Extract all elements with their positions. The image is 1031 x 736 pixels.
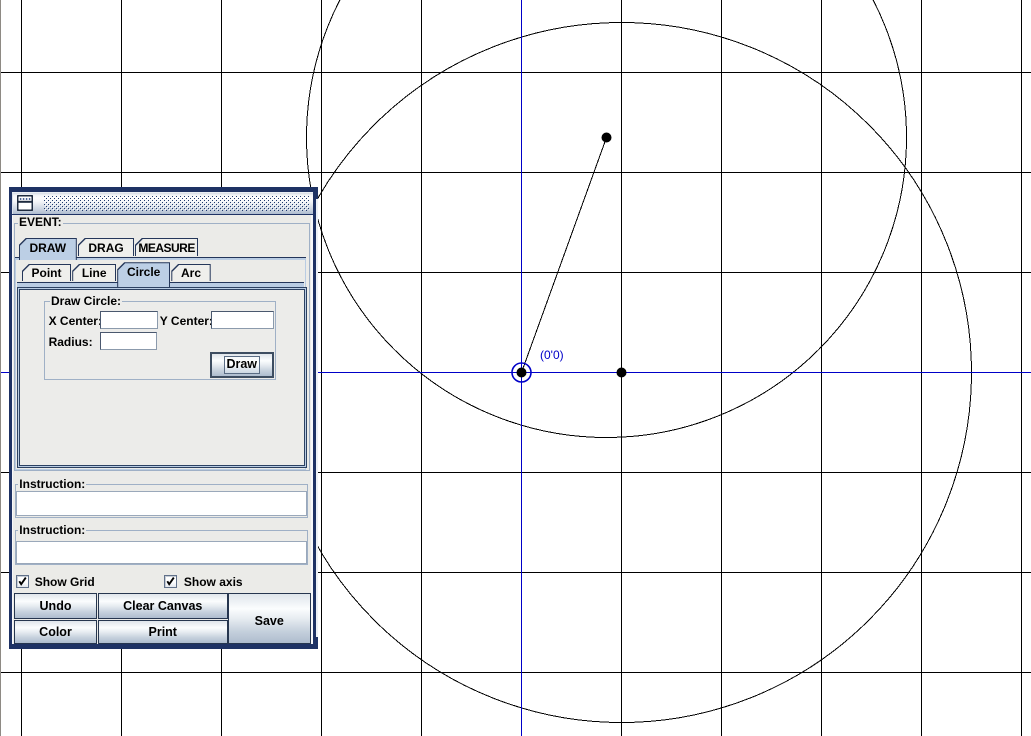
svg-text:(0'0): (0'0)	[540, 348, 564, 362]
